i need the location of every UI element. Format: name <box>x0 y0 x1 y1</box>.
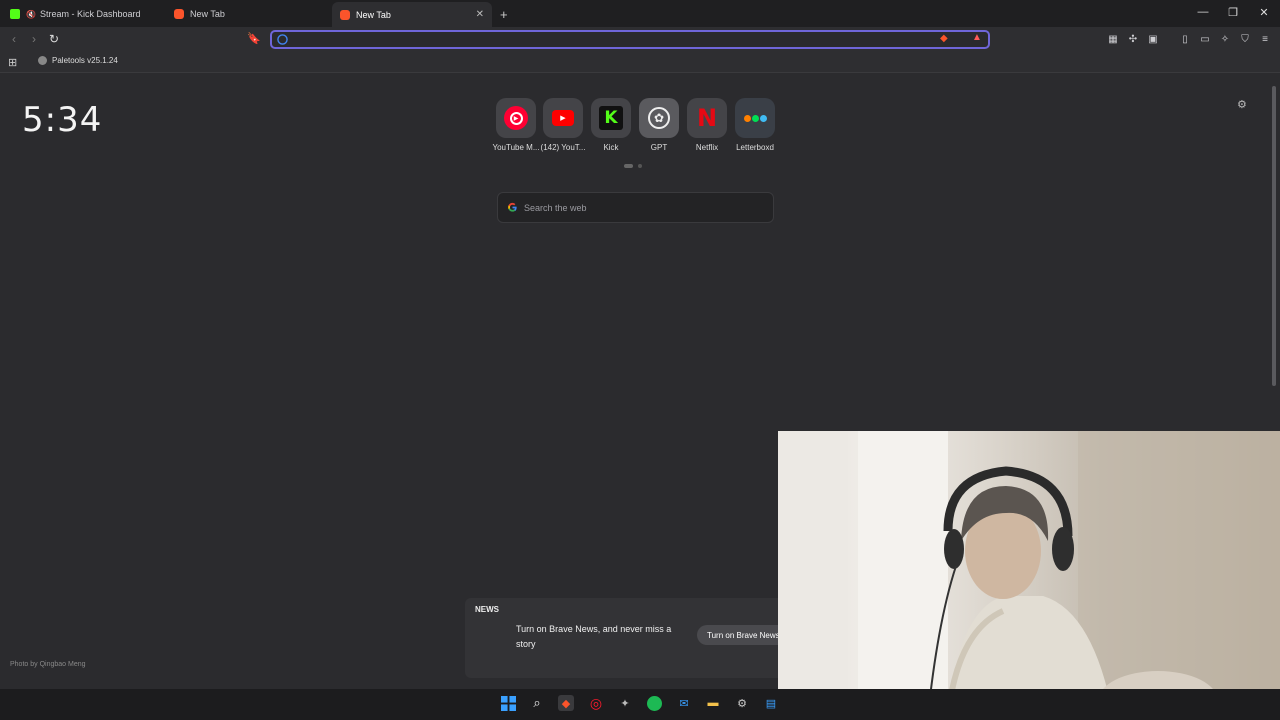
minimize-icon[interactable]: — <box>1193 6 1213 18</box>
sidebar-icon[interactable]: ▯ <box>1179 34 1191 46</box>
youtube-icon: ▶ <box>552 110 574 126</box>
close-window-icon[interactable]: ✕ <box>1254 6 1274 19</box>
webcam-person-image <box>778 431 1280 715</box>
steam-icon[interactable]: ⚙ <box>734 695 750 711</box>
kick-icon: K <box>599 106 623 130</box>
search-icon[interactable]: ⌕ <box>529 695 545 711</box>
customize-settings-icon[interactable]: ⚙ <box>1237 98 1247 111</box>
clock: 5:34 <box>22 100 103 140</box>
brave-icon <box>340 9 350 20</box>
back-icon[interactable]: ‹ <box>6 32 22 46</box>
forward-icon[interactable]: › <box>26 32 42 46</box>
taskbar <box>0 689 1280 720</box>
new-tab-button[interactable]: + <box>500 4 508 24</box>
tab-new-tab-1[interactable]: New Tab <box>174 4 324 24</box>
notepad-icon[interactable]: ▤ <box>763 695 779 711</box>
address-bar[interactable]: ◆ ▲ <box>270 30 990 49</box>
top-site-youtube-music[interactable]: ▶ <box>496 98 536 138</box>
top-site-youtube[interactable]: ▶ <box>543 98 583 138</box>
tab-label: New Tab <box>190 9 225 19</box>
reload-icon[interactable]: ↻ <box>46 32 62 46</box>
vpn-icon[interactable]: ⛉ <box>1239 34 1251 46</box>
globe-icon <box>38 56 47 65</box>
top-site-letterboxd[interactable] <box>735 98 775 138</box>
search-box[interactable] <box>497 192 774 223</box>
muted-speaker-icon[interactable]: 🔇 <box>26 10 36 19</box>
file-explorer-icon[interactable]: ▬ <box>705 695 721 711</box>
kick-icon <box>10 9 20 19</box>
top-site-label: Letterboxd <box>736 143 774 152</box>
opera-gx-icon[interactable]: ◎ <box>588 695 604 711</box>
outlook-icon[interactable]: ✉ <box>676 695 692 711</box>
leo-ai-icon[interactable]: ✧ <box>1219 34 1231 46</box>
google-icon <box>277 34 288 45</box>
turn-on-brave-news-button[interactable]: Turn on Brave News <box>697 625 790 645</box>
tab-label: Stream - Kick Dashboard <box>39 9 141 19</box>
bookmark-paletools[interactable]: Paletools v25.1.24 <box>38 56 118 65</box>
tab-label: New Tab <box>356 9 391 20</box>
google-icon <box>508 202 517 212</box>
youtube-music-icon: ▶ <box>504 106 528 130</box>
search-input[interactable] <box>524 200 764 216</box>
bookmark-icon[interactable]: 🔖 <box>246 32 262 45</box>
scrollbar-thumb[interactable] <box>1272 86 1276 386</box>
wallet-icon[interactable]: ▣ <box>1147 34 1159 46</box>
restore-icon[interactable]: ❐ <box>1223 6 1243 19</box>
address-input[interactable] <box>292 32 932 47</box>
puzzle-extensions-icon[interactable]: ✣ <box>1127 34 1139 46</box>
brave-icon <box>174 9 184 19</box>
apps-grid-icon[interactable]: ⊞ <box>8 56 17 69</box>
webcam-overlay <box>778 431 1280 715</box>
brave-rewards-icon[interactable]: ▲ <box>972 32 982 43</box>
app-icon[interactable]: ✦ <box>617 695 633 711</box>
openai-icon: ✿ <box>648 107 670 129</box>
reading-list-icon[interactable]: ▭ <box>1199 34 1211 46</box>
top-site-kick[interactable]: K <box>591 98 631 138</box>
top-site-netflix[interactable]: N <box>687 98 727 138</box>
letterboxd-icon <box>743 114 767 122</box>
netflix-icon: N <box>696 104 718 132</box>
tab-strip: 🔇 Stream - Kick Dashboard New Tab New Ta… <box>0 0 1280 27</box>
spotify-icon[interactable] <box>646 695 662 711</box>
tab-kick-dashboard[interactable]: 🔇 Stream - Kick Dashboard <box>10 4 160 24</box>
pagination-dot-active[interactable] <box>624 164 633 168</box>
bookmark-label: Paletools v25.1.24 <box>52 56 118 65</box>
extension-icon[interactable]: ▦ <box>1107 34 1119 46</box>
brave-news-card: NEWS Turn on Brave News, and never miss … <box>465 598 790 678</box>
pagination-dot[interactable] <box>638 164 642 168</box>
close-tab-icon[interactable]: ✕ <box>476 9 484 20</box>
bookmarks-bar: ⊞ Paletools v25.1.24 <box>0 53 1280 73</box>
menu-icon[interactable]: ≡ <box>1259 34 1271 46</box>
photo-credit: Photo by Qingbao Meng <box>10 661 86 668</box>
windows-start-icon[interactable] <box>500 695 516 711</box>
tab-new-tab-active[interactable]: New Tab ✕ <box>332 2 492 27</box>
brave-browser-icon[interactable]: ◆ <box>558 695 574 711</box>
news-heading: NEWS <box>475 605 499 614</box>
brave-shields-icon[interactable]: ◆ <box>940 33 948 44</box>
news-description: Turn on Brave News, and never miss a sto… <box>516 624 672 649</box>
top-site-gpt[interactable]: ✿ <box>639 98 679 138</box>
